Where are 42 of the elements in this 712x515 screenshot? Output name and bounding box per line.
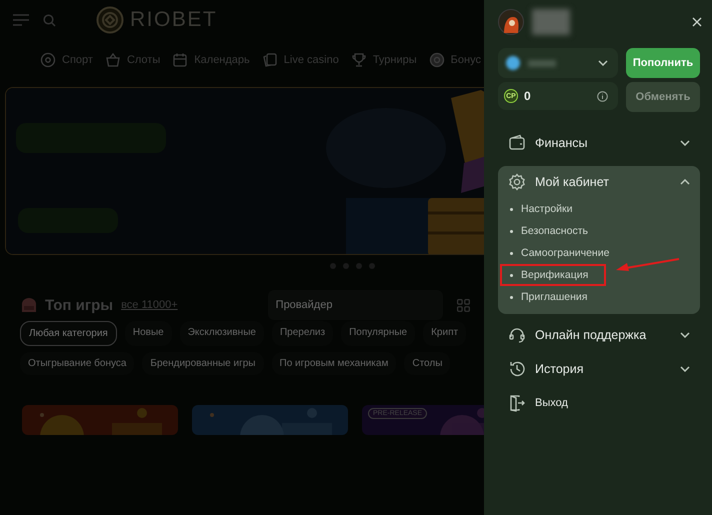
menu-item[interactable]: Мой кабинет: [535, 175, 609, 189]
category-chip[interactable]: Любая категория: [20, 321, 117, 346]
submenu-item[interactable]: Самоограничение: [498, 244, 614, 262]
section-title: Топ игры: [45, 296, 114, 314]
blurred-username: [532, 9, 570, 35]
menu-item[interactable]: Финансы: [535, 136, 588, 150]
menu-item[interactable]: Онлайн поддержка: [535, 328, 646, 342]
submenu-item[interactable]: Настройки: [498, 200, 576, 218]
grid-icon[interactable]: [456, 298, 470, 312]
exit-icon: [508, 394, 526, 412]
avatar[interactable]: [498, 9, 524, 35]
wallet-icon: [508, 134, 526, 152]
coin-icon[interactable]: [428, 52, 445, 68]
chevron-icon[interactable]: [680, 179, 690, 185]
submenu-item[interactable]: Верификация: [502, 266, 604, 284]
provider-field[interactable]: Провайдер: [268, 290, 443, 320]
chevron-icon[interactable]: [680, 332, 690, 338]
trophy-icon[interactable]: [350, 52, 367, 68]
basket-icon[interactable]: [104, 52, 121, 68]
gear-icon: [508, 173, 526, 191]
search-icon[interactable]: [43, 14, 56, 26]
headset-icon: [508, 326, 526, 344]
points-value: 0: [524, 89, 531, 103]
annotation-arrow: [616, 258, 680, 272]
menu-item[interactable]: История: [535, 362, 584, 376]
history-icon: [508, 360, 526, 378]
chevron-icon[interactable]: [680, 366, 690, 372]
submenu-item[interactable]: Безопасность: [498, 222, 592, 240]
balance-select[interactable]: [498, 48, 618, 78]
chevron-icon[interactable]: [598, 60, 608, 66]
menu-icon[interactable]: [13, 14, 29, 26]
logo-icon[interactable]: [96, 6, 124, 34]
calendar-icon[interactable]: [172, 52, 188, 68]
cards-icon[interactable]: [262, 52, 278, 68]
close-icon[interactable]: [692, 17, 702, 27]
deposit-button[interactable]: Пополнить: [626, 48, 700, 78]
chest-icon: [20, 296, 38, 314]
chevron-icon[interactable]: [680, 140, 690, 146]
menu-item[interactable]: Выход: [535, 397, 568, 409]
ball-icon[interactable]: [40, 52, 56, 68]
info-icon[interactable]: [597, 90, 608, 102]
submenu-item[interactable]: Приглашения: [498, 288, 592, 306]
